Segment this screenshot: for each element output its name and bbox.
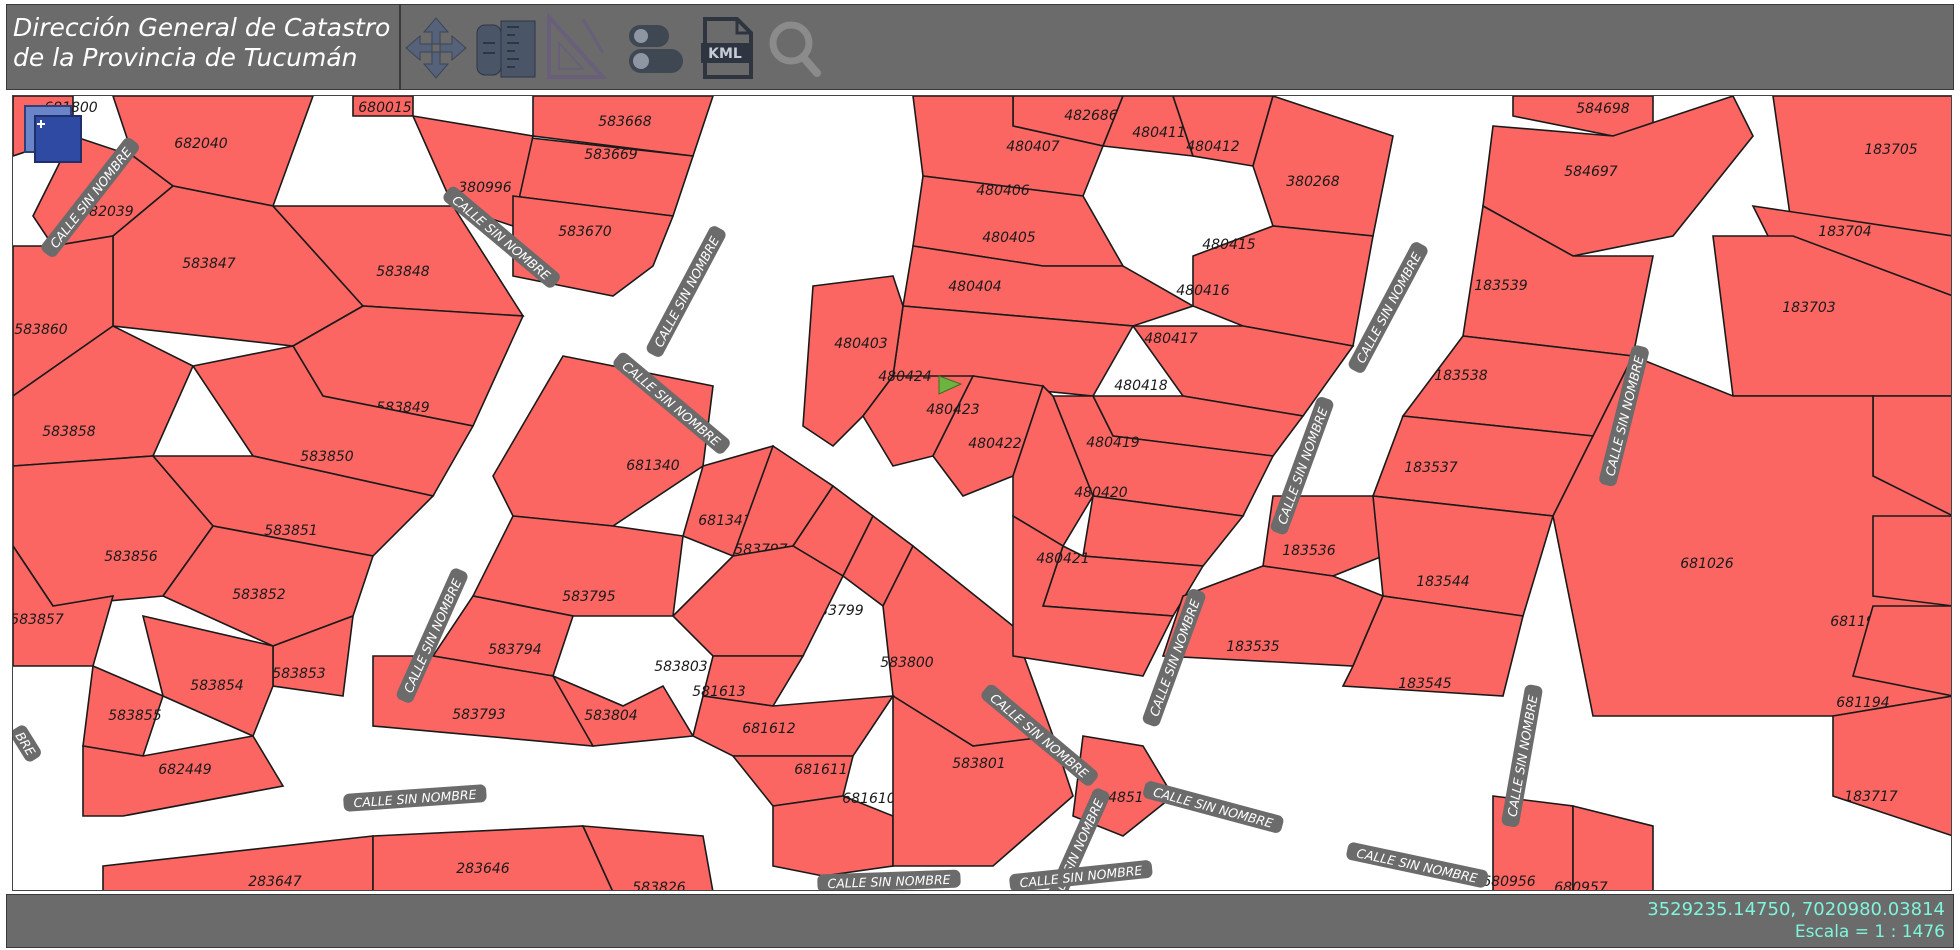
layers-icon [24, 105, 82, 163]
parcel-label: 480424 [878, 369, 931, 385]
parcel-label: 480423 [926, 402, 979, 418]
search-tool-button[interactable] [761, 13, 831, 83]
parcel-label: 680015 [358, 100, 412, 116]
parcel-label: 183705 [1864, 142, 1918, 158]
parcel-label: 583860 [14, 322, 68, 338]
parcel-label: 583847 [182, 256, 236, 272]
parcel-label: 583848 [376, 264, 430, 280]
scale-readout: Escala = 1 : 1476 [1794, 922, 1945, 942]
parcel-label: 480415 [1202, 237, 1256, 253]
parcel-label: 283646 [456, 861, 510, 877]
parcel-label: 183537 [1404, 460, 1458, 476]
parcel-label: 681611 [794, 762, 847, 778]
coordinate-readout: 3529235.14750, 7020980.03814 [1647, 899, 1945, 920]
cadastral-map[interactable]: 6818006800155836685836693809965836706820… [12, 95, 1952, 891]
parcel-label: 583858 [42, 424, 96, 440]
parcel-label: 380996 [458, 180, 512, 196]
kml-export-tool-button[interactable]: KML [691, 13, 761, 83]
parcel-label: 480421 [1036, 551, 1089, 567]
parcel-label: 583794 [488, 642, 541, 658]
parcel-label: 583795 [562, 589, 616, 605]
parcel-label: 682449 [158, 762, 212, 778]
parcel-label: 584698 [1576, 101, 1630, 117]
parcel-label: 583857 [13, 612, 64, 628]
set-square-icon [547, 11, 608, 79]
parcel-label: 480422 [968, 436, 1022, 452]
measure-tool-button[interactable] [471, 13, 541, 83]
parcel-label: 583854 [190, 678, 243, 694]
parcel-label: 480419 [1086, 435, 1140, 451]
parcel-label: 480416 [1176, 283, 1230, 299]
parcel-label: 183703 [1782, 300, 1835, 316]
parcel-label: 680956 [1482, 874, 1536, 890]
parcel-label: 183539 [1474, 278, 1528, 294]
parcel-label: 183545 [1398, 676, 1452, 692]
parcel-label: 583804 [584, 708, 637, 724]
parcel-label: 680957 [1554, 880, 1608, 891]
parcel-label: 583853 [272, 666, 325, 682]
parcel-label: 480418 [1114, 378, 1168, 394]
parcel-label: 681610 [842, 791, 896, 807]
pan-tool-button[interactable] [401, 13, 471, 83]
parcel-label: 183704 [1818, 224, 1871, 240]
move-arrows-icon [405, 17, 467, 79]
parcel-283646[interactable] [372, 825, 613, 891]
map-canvas[interactable]: 6818006800155836685836693809965836706820… [13, 96, 1952, 891]
parcel-label: 480420 [1074, 485, 1128, 501]
parcel-label: 583668 [598, 114, 652, 130]
parcel-label: 584697 [1564, 164, 1618, 180]
parcel-label: 583800 [880, 655, 934, 671]
parcel-label: 480411 [1132, 125, 1185, 141]
parcel-label: 681612 [742, 721, 796, 737]
parcel-label: 183535 [1226, 639, 1280, 655]
parcel-label: 583669 [584, 147, 638, 163]
parcel-label: 480405 [982, 230, 1036, 246]
parcel-label: 583856 [104, 549, 158, 565]
parcel-label: 183538 [1434, 368, 1488, 384]
parcel-label: 681340 [626, 458, 680, 474]
title-panel: Dirección General de Catastro de la Prov… [6, 4, 400, 90]
parcel-label: 583850 [300, 449, 354, 465]
parcel-label: 480404 [948, 279, 1001, 295]
parcel-label: 183544 [1416, 574, 1469, 590]
parcel-label: 183717 [1844, 789, 1898, 805]
ruler-icon [476, 20, 536, 78]
parcel-label: 183536 [1282, 543, 1336, 559]
parcel-label: 583855 [108, 708, 162, 724]
parcel-label: 583670 [558, 224, 612, 240]
parcel-label: 583852 [232, 587, 286, 603]
svg-text:KML: KML [708, 46, 742, 62]
kml-file-icon: KML [701, 17, 753, 79]
status-bar: 3529235.14750, 7020980.03814 Escala = 1 … [6, 894, 1954, 948]
parcel-label: 480406 [976, 183, 1030, 199]
parcel-label: 480417 [1144, 331, 1198, 347]
parcel-label: 583801 [952, 756, 1005, 772]
layer-switcher-button[interactable] [21, 102, 87, 168]
parcel-label: 480407 [1006, 139, 1060, 155]
parcel-681610[interactable] [772, 795, 894, 877]
parcel-label: 480412 [1186, 139, 1240, 155]
parcel-label: 482686 [1064, 108, 1118, 124]
parcel-label: 480403 [834, 336, 887, 352]
identify-tool-button[interactable] [621, 13, 691, 83]
parcel-label: 681026 [1680, 556, 1734, 572]
toolbar: KML [400, 4, 1954, 90]
parcel-label: 283647 [248, 874, 302, 890]
parcel-label: 583826 [632, 880, 686, 891]
parcel-label: 583793 [452, 707, 505, 723]
binoculars-icon [629, 25, 683, 73]
parcel-681192[interactable] [1872, 515, 1952, 607]
parcel-label: 682040 [174, 136, 228, 152]
parcel-label: 583803 [654, 659, 707, 675]
agency-title: Dirección General de Catastro de la Prov… [13, 13, 391, 72]
area-tool-button[interactable] [541, 11, 611, 83]
magnifier-icon [769, 21, 821, 77]
parcel-label: 380268 [1286, 174, 1340, 190]
